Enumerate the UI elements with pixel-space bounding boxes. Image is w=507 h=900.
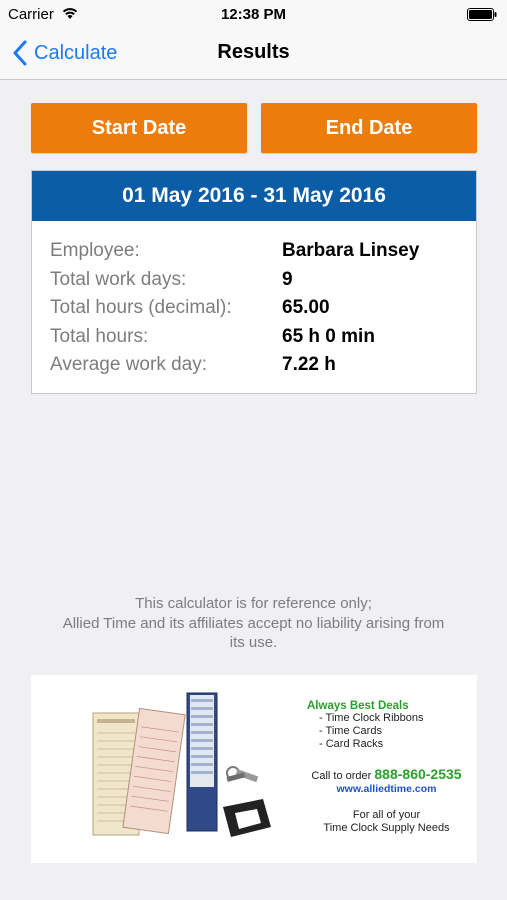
results-list: Employee: Barbara Linsey Total work days…: [32, 221, 476, 380]
ribbon-icon: [223, 799, 271, 837]
status-bar: Carrier 12:38 PM: [0, 0, 507, 30]
result-label: Total work days:: [50, 268, 187, 290]
ad-item-list: - Time Clock Ribbons - Time Cards - Card…: [319, 712, 474, 751]
result-value: 65 h 0 min: [282, 325, 375, 347]
result-value: Barbara Linsey: [282, 240, 420, 262]
result-label: Employee:: [50, 240, 140, 262]
result-value: 9: [282, 268, 293, 290]
result-label: Total hours (decimal):: [50, 297, 232, 319]
ad-headline: Always Best Deals: [307, 700, 409, 712]
date-range-header: 01 May 2016 - 31 May 2016: [32, 171, 476, 221]
ad-copy: Always Best Deals - Time Clock Ribbons -…: [299, 700, 474, 835]
ad-footer-line: For all of your: [352, 809, 421, 821]
disclaimer-line: This calculator is for reference only;: [135, 595, 372, 612]
ad-banner[interactable]: Always Best Deals - Time Clock Ribbons -…: [31, 675, 477, 863]
disclaimer-text: This calculator is for reference only; A…: [30, 594, 477, 653]
ad-order-line: Call to order 888-860-2535: [299, 766, 474, 782]
end-date-button[interactable]: End Date: [261, 103, 477, 153]
result-value: 7.22 h: [282, 354, 336, 376]
ad-item: - Card Racks: [319, 738, 384, 750]
battery-icon: [467, 8, 497, 21]
ad-website-link[interactable]: www.alliedtime.com: [299, 783, 474, 795]
card-rack-icon: [186, 692, 218, 832]
page-title: Results: [217, 41, 290, 63]
result-label: Average work day:: [50, 354, 208, 376]
results-card: 01 May 2016 - 31 May 2016 Employee: Barb…: [31, 170, 477, 394]
start-date-button[interactable]: Start Date: [31, 103, 247, 153]
clock: 12:38 PM: [220, 6, 287, 23]
result-row-employee: Employee: Barbara Linsey: [50, 237, 476, 266]
disclaimer-line: Allied Time and its affiliates accept no…: [62, 614, 445, 632]
result-value: 65.00: [282, 297, 330, 319]
ad-item: - Time Clock Ribbons: [319, 712, 424, 724]
disclaimer-line: its use.: [229, 634, 278, 651]
result-row-average-day: Average work day: 7.22 h: [50, 351, 476, 380]
ad-product-image: [92, 692, 271, 837]
ad-phone-number[interactable]: 888-860-2535: [374, 766, 461, 782]
result-row-work-days: Total work days: 9: [50, 266, 476, 295]
result-row-hours: Total hours: 65 h 0 min: [50, 323, 476, 352]
result-label: Total hours:: [50, 325, 149, 347]
result-row-hours-decimal: Total hours (decimal): 65.00: [50, 294, 476, 323]
navigation-bar: Calculate Results: [0, 30, 507, 80]
keys-icon: [226, 766, 259, 783]
ad-footer-line: Time Clock Supply Needs: [323, 822, 450, 834]
ad-order-prefix: Call to order: [311, 770, 372, 782]
time-card-icon: [92, 707, 186, 836]
ad-item: - Time Cards: [319, 725, 382, 737]
ad-footer: For all of your Time Clock Supply Needs: [299, 809, 474, 835]
